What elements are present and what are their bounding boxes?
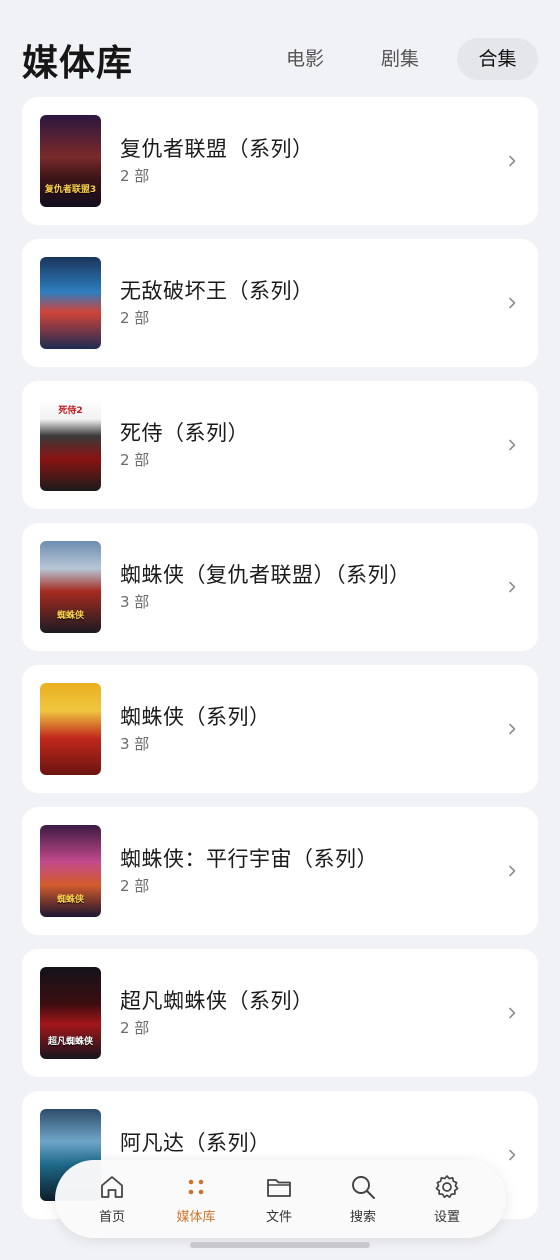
nav-label: 搜索 [349, 1210, 376, 1225]
chevron-right-icon [509, 723, 516, 735]
bottom-nav: 首页 媒体库 文件 搜索 设置 [55, 1160, 506, 1238]
nav-label: 媒体库 [176, 1210, 216, 1225]
tab-collections[interactable]: 合集 [457, 38, 538, 80]
nav-search[interactable]: 搜索 [328, 1172, 398, 1232]
nav-settings[interactable]: 设置 [412, 1172, 482, 1232]
collection-name: 超凡蜘蛛侠（系列） [120, 989, 314, 1013]
chevron-right-icon [509, 439, 516, 451]
nav-home[interactable]: 首页 [77, 1172, 147, 1232]
collection-card[interactable]: 超凡蜘蛛侠 超凡蜘蛛侠（系列） 2 部 [22, 949, 538, 1077]
poster-title: 复仇者联盟3 [44, 185, 97, 195]
nav-label: 文件 [265, 1210, 292, 1225]
poster-image [40, 257, 101, 349]
tab-series[interactable]: 剧集 [361, 38, 439, 80]
chevron-right-icon [509, 1149, 516, 1161]
poster-image: 超凡蜘蛛侠 [40, 967, 101, 1059]
poster-title: 死侍2 [58, 406, 83, 416]
collection-count: 2 部 [120, 309, 150, 327]
home-icon [101, 1176, 123, 1198]
chevron-right-icon [509, 155, 516, 167]
collection-card[interactable]: 死侍2 死侍（系列） 2 部 [22, 381, 538, 509]
chevron-right-icon [509, 297, 516, 309]
tab-movies[interactable]: 电影 [266, 38, 344, 80]
collection-count: 2 部 [120, 1019, 150, 1037]
chevron-right-icon [509, 1007, 516, 1019]
poster-title: 蜘蛛侠 [56, 895, 84, 905]
collection-card[interactable]: 无敌破坏王（系列） 2 部 [22, 239, 538, 367]
poster-title: 超凡蜘蛛侠 [47, 1037, 93, 1047]
collection-name: 复仇者联盟（系列） [120, 137, 314, 161]
collection-count: 2 部 [120, 451, 150, 469]
poster-image: 蜘蛛侠 [40, 541, 101, 633]
header: 媒体库 电影 剧集 合集 [0, 0, 560, 96]
folder-icon [267, 1179, 291, 1197]
collection-list: 复仇者联盟3 复仇者联盟（系列） 2 部 无敌破坏王（系列） 2 部 死侍2 死… [22, 97, 538, 1233]
collection-name: 死侍（系列） [120, 421, 249, 445]
collection-card[interactable]: 蜘蛛侠（系列） 3 部 [22, 665, 538, 793]
collection-card[interactable]: 蜘蛛侠 蜘蛛侠：平行宇宙（系列） 2 部 [22, 807, 538, 935]
collection-name: 蜘蛛侠：平行宇宙（系列） [120, 847, 378, 871]
collection-count: 3 部 [120, 735, 150, 753]
poster-title: 蜘蛛侠 [56, 611, 84, 621]
chevron-right-icon [509, 865, 516, 877]
home-indicator[interactable] [190, 1242, 370, 1248]
poster-image: 蜘蛛侠 [40, 825, 101, 917]
nav-label: 设置 [433, 1210, 460, 1225]
collection-card[interactable]: 蜘蛛侠 蜘蛛侠（复仇者联盟）（系列） 3 部 [22, 523, 538, 651]
poster-image: 复仇者联盟3 [40, 115, 101, 207]
nav-label: 首页 [98, 1210, 125, 1225]
page-title: 媒体库 [22, 43, 134, 84]
poster-image [40, 683, 101, 775]
nav-library[interactable]: 媒体库 [161, 1172, 231, 1232]
poster-image: 死侍2 [40, 399, 101, 491]
collection-name: 阿凡达（系列） [120, 1131, 271, 1155]
nav-files[interactable]: 文件 [244, 1172, 314, 1232]
collection-count: 3 部 [120, 593, 150, 611]
collection-name: 蜘蛛侠（复仇者联盟）（系列） [120, 563, 411, 587]
collection-card[interactable]: 复仇者联盟3 复仇者联盟（系列） 2 部 [22, 97, 538, 225]
collection-name: 无敌破坏王（系列） [120, 279, 314, 303]
gear-icon [435, 1175, 459, 1199]
app-screen: 媒体库 电影 剧集 合集 复仇者联盟3 复仇者联盟（系列） 2 部 无敌破坏王（… [0, 0, 560, 1260]
collection-count: 2 部 [120, 877, 150, 895]
search-icon [352, 1176, 375, 1199]
collection-name: 蜘蛛侠（系列） [120, 705, 271, 729]
library-icon [188, 1179, 204, 1195]
chevron-right-icon [509, 581, 516, 593]
collection-count: 2 部 [120, 167, 150, 185]
